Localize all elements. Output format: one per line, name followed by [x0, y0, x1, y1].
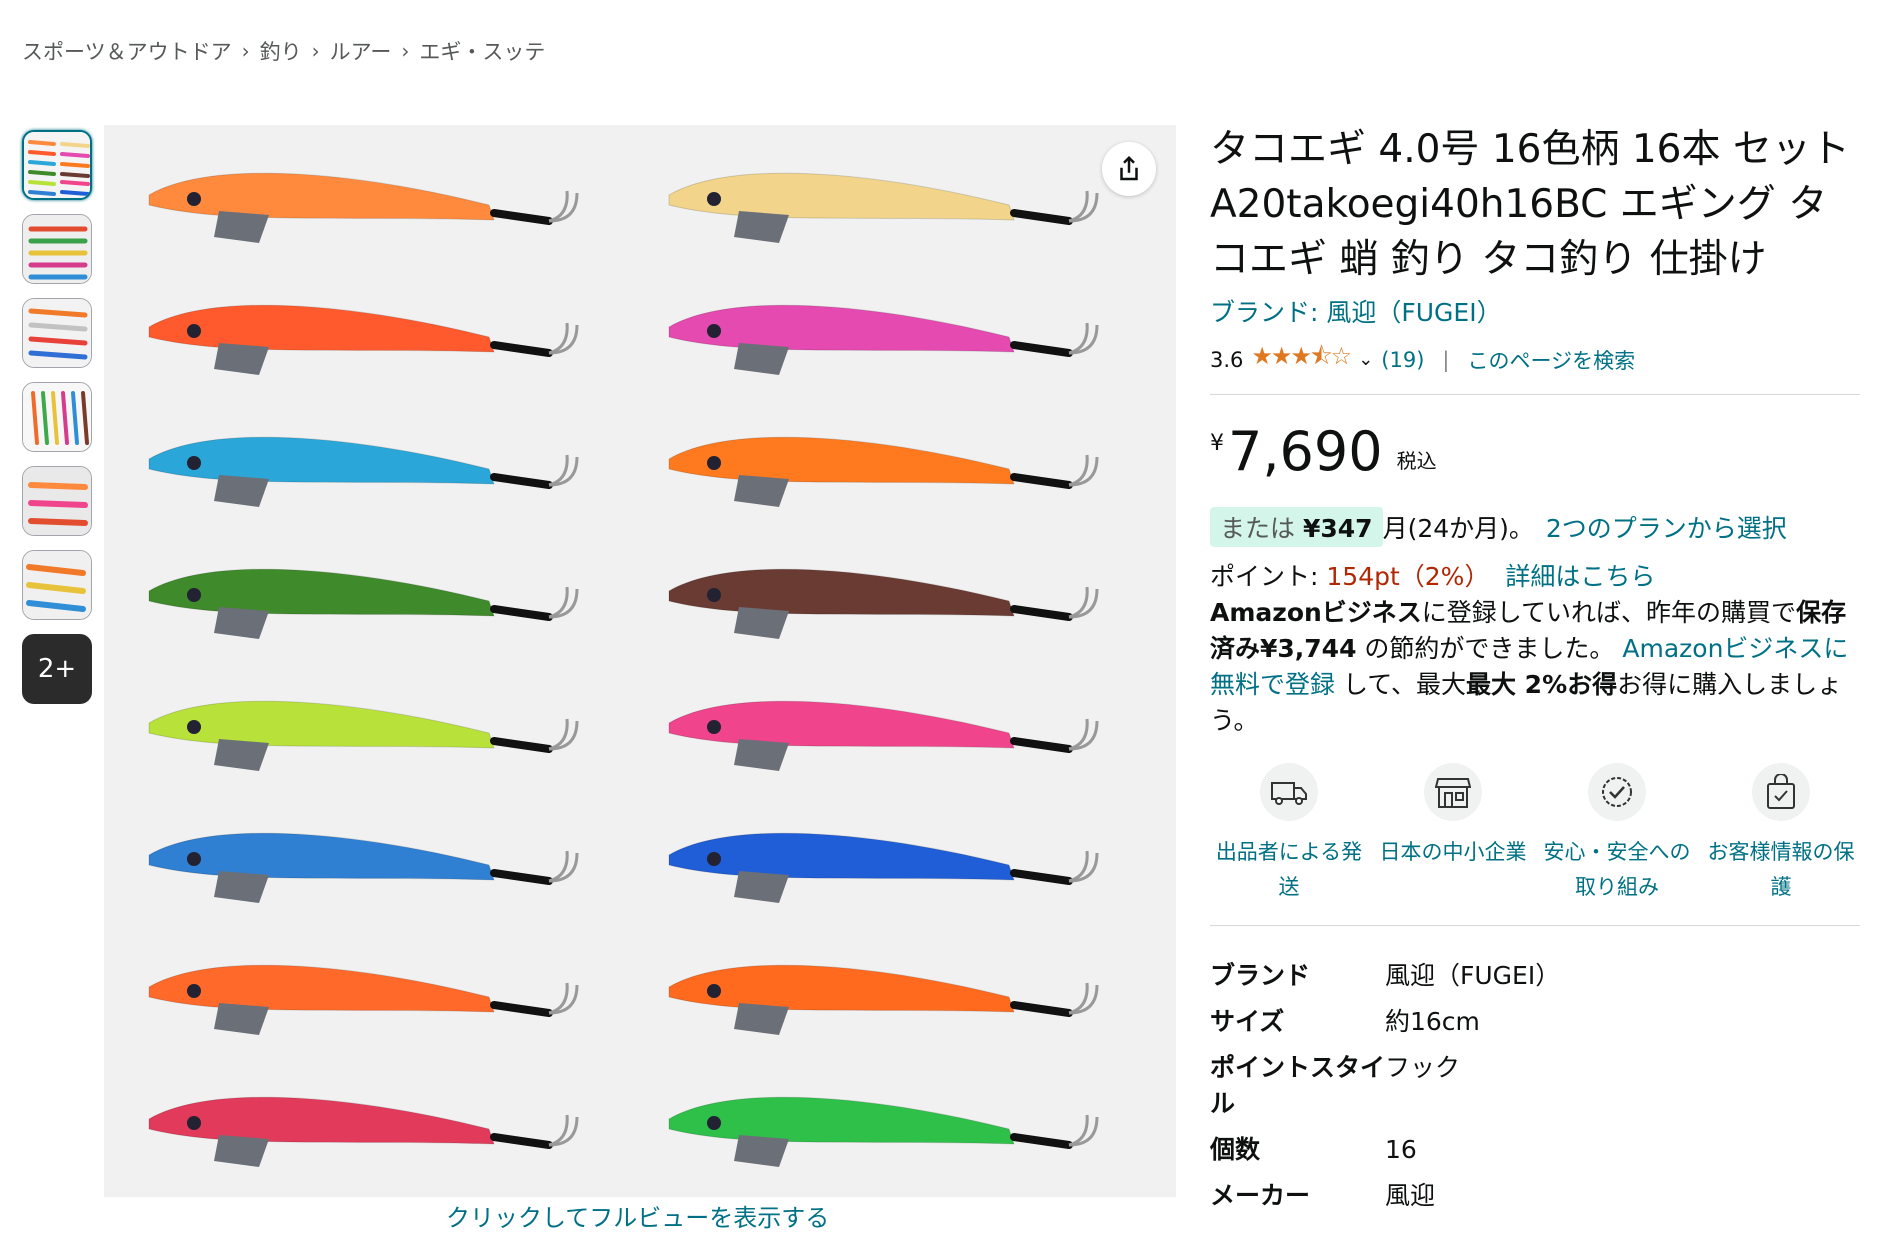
rating-row: 3.6 ★★★⯪☆ ⌄ (19) | このページを検索: [1210, 339, 1860, 380]
business-promo: Amazonビジネスに登録していれば、昨年の購買で保存済み¥3,744 の節約が…: [1210, 595, 1860, 739]
star-rating-icon[interactable]: ★★★⯪☆: [1251, 339, 1352, 380]
review-count-link[interactable]: (19): [1381, 348, 1424, 372]
price-block: ¥ 7,690 税込: [1210, 423, 1860, 481]
chevron-down-icon[interactable]: ⌄: [1358, 349, 1373, 370]
badge-safety[interactable]: 安心・安全への取り組み: [1538, 763, 1696, 905]
breadcrumb-lure[interactable]: ルアー: [330, 36, 392, 66]
installment-amount: ¥347: [1302, 514, 1373, 543]
installment-badge: または ¥347: [1210, 507, 1383, 547]
lure-12: [668, 568, 1099, 639]
lock-bag-icon: [1752, 763, 1810, 821]
spec-row: サイズ 約16cm: [1210, 1004, 1860, 1040]
lure-set-image: [148, 172, 1099, 1167]
badge-privacy[interactable]: お客様情報の保護: [1702, 763, 1860, 905]
more-images-button[interactable]: 2+: [22, 634, 92, 704]
thumbnail-4[interactable]: [22, 382, 92, 452]
lure-10: [668, 304, 1099, 375]
lure-7: [148, 964, 579, 1035]
badge-seller-shipping[interactable]: 出品者による発送: [1210, 763, 1368, 905]
installment-prefix: または: [1220, 514, 1296, 543]
fullview-link[interactable]: クリックしてフルビューを表示する: [446, 1198, 829, 1233]
thumbnail-strip: 2+: [22, 130, 94, 704]
spec-value: フック: [1385, 1053, 1461, 1082]
lure-14: [668, 832, 1099, 903]
lure-11: [668, 436, 1099, 507]
badge-label: 出品者による発送: [1215, 840, 1363, 899]
biz-text-3: して、最大: [1335, 670, 1466, 699]
thumbnail-6[interactable]: [22, 550, 92, 620]
trust-badges: 出品者による発送 日本の中小企業 安心・安全への取り組み お客様情報の保護: [1210, 763, 1860, 905]
shield-check-icon: [1588, 763, 1646, 821]
installment-plan-link[interactable]: 2つのプランから選択: [1546, 509, 1787, 545]
lure-9: [668, 172, 1099, 243]
spec-row: ブランド 風迎（FUGEI）: [1210, 958, 1860, 994]
biz-text-2: の節約ができました。: [1356, 634, 1615, 663]
breadcrumb-egi[interactable]: エギ・スッテ: [419, 36, 545, 66]
lure-2: [148, 304, 579, 375]
points-label: ポイント:: [1210, 562, 1319, 591]
store-icon: [1424, 763, 1482, 821]
spec-table: ブランド 風迎（FUGEI） サイズ 約16cm ポイントスタイル フック 個数…: [1210, 958, 1860, 1214]
share-button[interactable]: [1102, 142, 1156, 196]
badge-small-business[interactable]: 日本の中小企業: [1374, 763, 1532, 905]
lure-16: [668, 1096, 1099, 1167]
share-icon: [1120, 155, 1138, 181]
biz-discount: 最大 2%お得: [1465, 670, 1618, 699]
divider: [1210, 394, 1860, 395]
lure-3: [148, 436, 579, 507]
spec-key: サイズ: [1210, 1007, 1285, 1036]
spec-value: 16: [1385, 1135, 1417, 1164]
rating-value: 3.6: [1210, 347, 1244, 372]
lure-5: [148, 700, 579, 771]
thumbnail-2[interactable]: [22, 214, 92, 284]
spec-row: 個数 16: [1210, 1132, 1860, 1168]
breadcrumb-fishing[interactable]: 釣り: [260, 36, 302, 66]
spec-value: 約16cm: [1385, 1007, 1480, 1036]
price-symbol: ¥: [1210, 431, 1224, 456]
biz-text-1: に登録していれば、昨年の購買で: [1421, 598, 1797, 627]
price-amount: 7,690: [1228, 420, 1383, 483]
truck-icon: [1260, 763, 1318, 821]
installment-suffix: 月(24か月)。: [1382, 514, 1534, 543]
biz-brand: Amazonビジネス: [1210, 598, 1422, 627]
spec-key: ポイントスタイル: [1210, 1053, 1386, 1118]
divider: |: [1442, 347, 1450, 372]
thumbnail-3[interactable]: [22, 298, 92, 368]
badge-label: 安心・安全への取り組み: [1543, 840, 1691, 899]
product-title: タコエギ 4.0号 16色柄 16本 セット A20takoegi40h16BC…: [1210, 127, 1850, 282]
badge-label: 日本の中小企業: [1379, 840, 1527, 864]
spec-row: ポイントスタイル フック: [1210, 1050, 1860, 1122]
lure-1: [148, 172, 579, 243]
spec-key: メーカー: [1210, 1181, 1311, 1210]
chevron-right-icon: ›: [241, 39, 250, 63]
lure-13: [668, 700, 1099, 771]
installment-row: または ¥347 月(24か月)。 2つのプランから選択: [1210, 507, 1860, 547]
chevron-right-icon: ›: [311, 39, 320, 63]
main-product-image[interactable]: [104, 125, 1176, 1197]
lure-15: [668, 964, 1099, 1035]
product-info: タコエギ 4.0号 16色柄 16本 セット A20takoegi40h16BC…: [1210, 122, 1860, 1224]
price-tax-label: 税込: [1396, 449, 1437, 473]
thumbnail-5[interactable]: [22, 466, 92, 536]
divider: [1210, 925, 1860, 926]
points-value: 154pt（2%）: [1326, 562, 1490, 591]
spec-key: 個数: [1210, 1135, 1261, 1164]
breadcrumb-sports[interactable]: スポーツ＆アウトドア: [22, 36, 232, 66]
spec-value: 風迎（FUGEI）: [1385, 961, 1561, 990]
lure-8: [148, 1096, 579, 1167]
spec-key: ブランド: [1210, 961, 1311, 990]
breadcrumb: スポーツ＆アウトドア › 釣り › ルアー › エギ・スッテ: [22, 36, 545, 66]
spec-row: メーカー 風迎: [1210, 1178, 1860, 1214]
search-page-link[interactable]: このページを検索: [1467, 345, 1635, 375]
points-detail-link[interactable]: 詳細はこちら: [1505, 562, 1655, 591]
spec-value: 風迎: [1385, 1181, 1436, 1210]
lure-6: [148, 832, 579, 903]
lure-4: [148, 568, 579, 639]
points-row: ポイント: 154pt（2%） 詳細はこちら: [1210, 557, 1860, 593]
chevron-right-icon: ›: [401, 39, 410, 63]
badge-label: お客様情報の保護: [1707, 840, 1855, 899]
thumbnail-1[interactable]: [22, 130, 92, 200]
brand-link[interactable]: ブランド: 風迎（FUGEI）: [1210, 293, 1502, 329]
